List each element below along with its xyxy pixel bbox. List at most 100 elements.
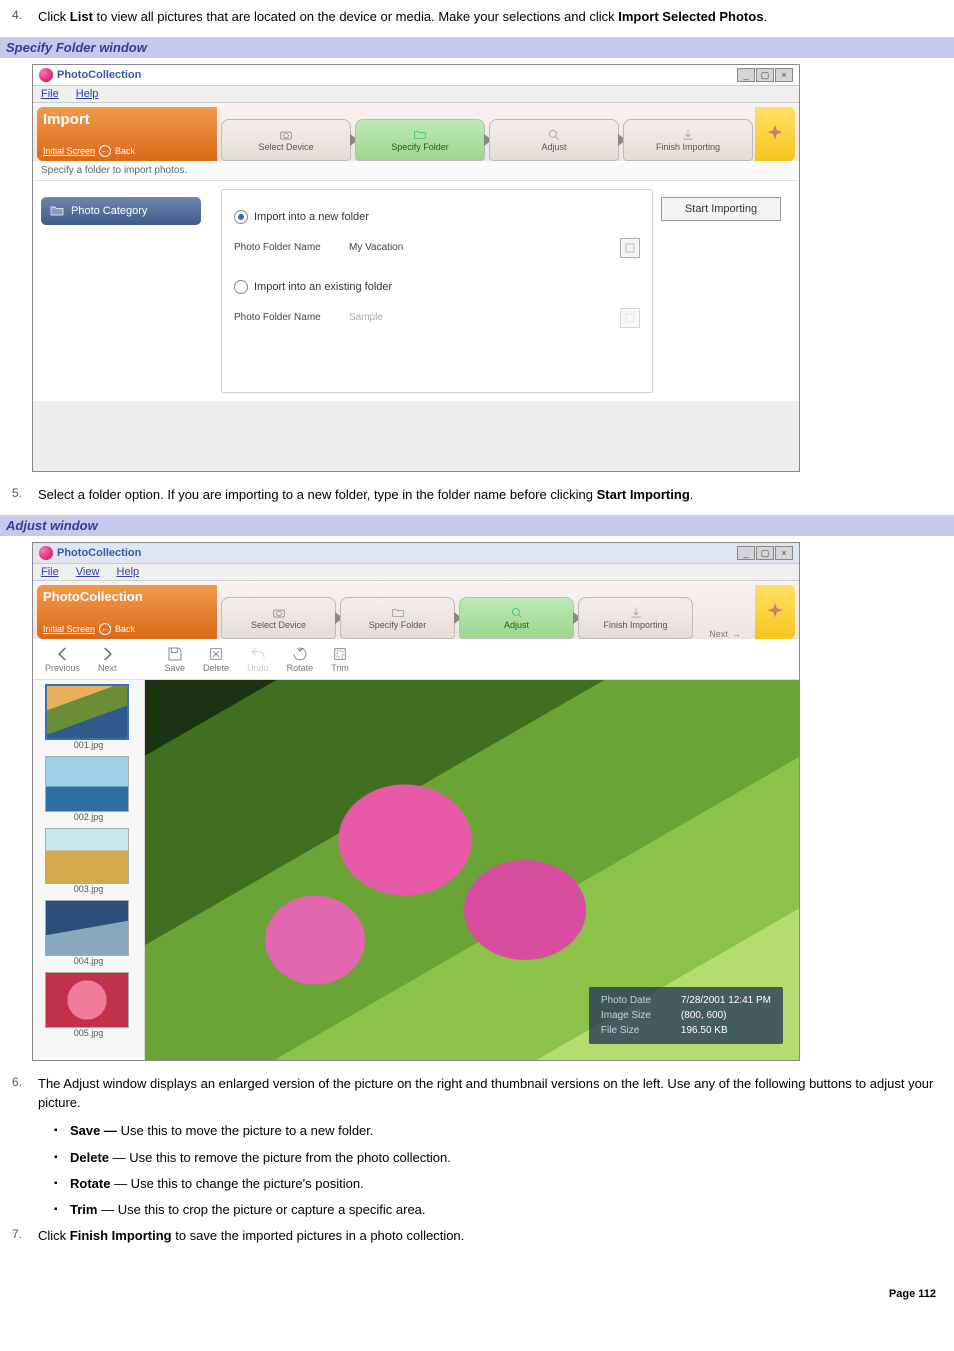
thumbnail-image [45,756,129,812]
back-arrow-icon[interactable]: ← [99,623,111,635]
image-viewer: Photo Date7/28/2001 12:41 PM Image Size(… [145,680,799,1060]
arrow-right-icon [98,645,116,663]
tab-label: Specify Folder [391,142,449,152]
minimize-button[interactable]: _ [737,68,755,82]
tool-label: Save [165,663,186,673]
wizard-tabs: Select Device Specify Folder Adjust Fini… [217,107,755,161]
folder-options: Import into a new folder Photo Folder Na… [221,189,653,393]
tab-adjust[interactable]: Adjust [459,597,574,639]
adjust-body: 001.jpg 002.jpg 003.jpg 004.jpg 005.jpg … [33,680,799,1060]
next-arrow-icon[interactable]: → [732,629,741,639]
radio-icon [234,210,248,224]
step-text: The Adjust window displays an enlarged v… [38,1075,942,1113]
banner-left: PhotoCollection Initial Screen ← Back [37,585,217,639]
initial-screen-label[interactable]: Initial Screen [43,624,95,634]
app-logo-icon [39,68,53,82]
download-icon [679,128,697,142]
thumbnail-image [45,828,129,884]
radio-label: Import into an existing folder [254,281,392,293]
thumbnail-column: 001.jpg 002.jpg 003.jpg 004.jpg 005.jpg [33,680,145,1060]
save-button[interactable]: Save [165,645,186,673]
field-label: Photo Folder Name [234,242,344,253]
tab-finish-importing[interactable]: Finish Importing [623,119,753,161]
folder-icon [411,128,429,142]
adjust-button-list: Save — Use this to move the picture to a… [12,1122,942,1219]
previous-button[interactable]: Previous [45,645,80,673]
tab-specify-folder[interactable]: Specify Folder [340,597,455,639]
menu-file[interactable]: File [41,88,59,100]
radio-new-folder[interactable]: Import into a new folder [234,210,640,224]
field-label: Photo Folder Name [234,312,344,323]
minimize-button[interactable]: _ [737,546,755,560]
camera-icon [277,128,295,142]
delete-button[interactable]: Delete [203,645,229,673]
thumbnail-item[interactable]: 003.jpg [43,826,135,896]
next-button[interactable]: Next [98,645,117,673]
radio-label: Import into a new folder [254,211,369,223]
tab-adjust[interactable]: Adjust [489,119,619,161]
camera-icon [270,606,288,620]
step-number: 4. [12,8,38,27]
thumbnail-image [45,900,129,956]
browse-button[interactable] [620,238,640,258]
tool-label: Delete [203,663,229,673]
radio-existing-folder[interactable]: Import into an existing folder [234,280,640,294]
maximize-button[interactable]: ▢ [756,546,774,560]
rotate-button[interactable]: Rotate [287,645,314,673]
window-title: PhotoCollection [57,547,141,559]
photo-category-label: Photo Category [71,205,147,217]
tab-select-device[interactable]: Select Device [221,119,351,161]
step-number: 6. [12,1075,38,1113]
menu-view[interactable]: View [76,566,100,578]
wizard-banner: PhotoCollection Initial Screen ← Back Se… [33,581,799,639]
browse-button [620,308,640,328]
text-bold: Rotate [70,1176,110,1191]
step-7: 7. Click Finish Importing to save the im… [12,1227,942,1246]
tab-finish-importing[interactable]: Finish Importing [578,597,693,639]
overlay-value: (800, 600) [681,1008,727,1023]
back-label[interactable]: Back [115,146,135,156]
start-importing-button[interactable]: Start Importing [661,197,781,221]
download-icon [627,606,645,620]
step-number: 5. [12,486,38,505]
undo-icon [249,645,267,663]
banner-title: Import [43,111,211,128]
tool-label: Previous [45,663,80,673]
existing-folder-field: Photo Folder Name Sample [234,308,640,328]
section-adjust-window: Adjust window [0,515,954,536]
menu-help[interactable]: Help [117,566,140,578]
maximize-button[interactable]: ▢ [756,68,774,82]
new-folder-name-input[interactable]: My Vacation [344,239,614,256]
right-panel: Start Importing [661,189,791,393]
tab-specify-folder[interactable]: Specify Folder [355,119,485,161]
close-button[interactable]: × [775,546,793,560]
thumbnail-image [45,972,129,1028]
step-text: Click List to view all pictures that are… [38,8,942,27]
thumbnail-item[interactable]: 001.jpg [43,682,135,752]
tab-label: Specify Folder [369,620,427,630]
menubar: File Help [33,86,799,103]
menu-file[interactable]: File [41,566,59,578]
text: . [690,487,694,502]
tab-select-device[interactable]: Select Device [221,597,336,639]
photo-info-overlay: Photo Date7/28/2001 12:41 PM Image Size(… [589,987,783,1044]
back-arrow-icon[interactable]: ← [99,145,111,157]
thumbnail-item[interactable]: 004.jpg [43,898,135,968]
thumbnail-item[interactable]: 002.jpg [43,754,135,824]
initial-screen-label[interactable]: Initial Screen [43,146,95,156]
window-controls: _ ▢ × [737,68,793,82]
text-bold: Delete [70,1150,109,1165]
photo-category-button[interactable]: Photo Category [41,197,201,225]
next-label[interactable]: Next [709,629,728,639]
tool-label: Trim [331,663,349,673]
menu-help[interactable]: Help [76,88,99,100]
close-button[interactable]: × [775,68,793,82]
wizard-tabs: Select Device Specify Folder Adjust Fini… [217,585,755,639]
trim-button[interactable]: Trim [331,645,349,673]
banner-accent [755,107,795,161]
back-label[interactable]: Back [115,624,135,634]
thumbnail-item[interactable]: 005.jpg [43,970,135,1040]
sparkle-icon [764,601,786,623]
list-item: Trim — Use this to crop the picture or c… [70,1201,942,1219]
overlay-value: 7/28/2001 12:41 PM [681,993,771,1008]
